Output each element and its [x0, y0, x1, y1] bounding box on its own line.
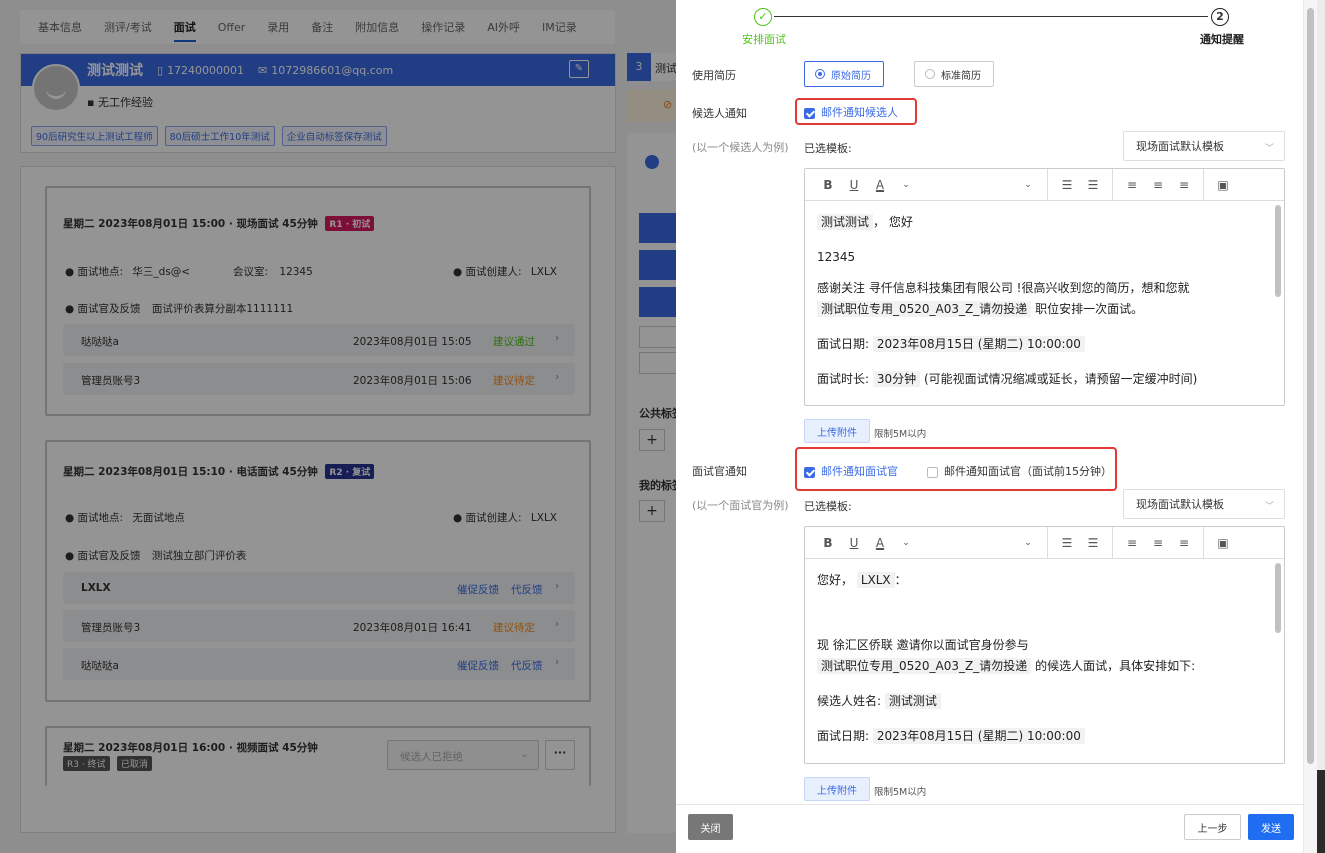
candidate-example-hint: (以一个候选人为例) [692, 141, 789, 154]
scrollbar[interactable] [1275, 205, 1281, 297]
bullet-list-icon[interactable]: ☰ [1080, 536, 1106, 550]
image-icon[interactable]: ▣ [1210, 178, 1236, 192]
template-label: 已选模板: [804, 142, 852, 155]
notify-drawer: ✓ 2 安排面试 通知提醒 使用简历 原始简历 标准简历 候选人通知 邮件通知候… [676, 0, 1317, 853]
mail-var: 测试职位专用_0520_A03_Z_请勿投递 [817, 658, 1032, 674]
candidate-email-checkbox[interactable]: 邮件通知候选人 [804, 104, 898, 120]
mail-text: 候选人姓名: [817, 694, 882, 708]
template-select-value: 现场面试默认模板 [1136, 498, 1224, 511]
editor-toolbar: B U A ⌄ ⌄ ☰ ☰ ≡ ≡ ≡ ▣ [805, 169, 1284, 201]
step-number: 2 [1211, 8, 1229, 26]
radio-label: 原始简历 [831, 70, 871, 82]
interviewer-reminder-checkbox[interactable]: 邮件通知面试官（面试前15分钟） [927, 463, 1112, 479]
template-label: 已选模板: [804, 500, 852, 513]
mail-text: 面试时长: [817, 372, 870, 386]
radio-standard-resume[interactable]: 标准简历 [914, 61, 994, 87]
mail-text: ， 您好 [873, 215, 913, 229]
candidate-mail-body[interactable]: 测试测试， 您好 12345 感谢关注 寻仟信息科技集团有限公司 !很高兴收到您… [805, 202, 1272, 405]
font-color-icon[interactable]: A [867, 536, 893, 550]
modal-overlay[interactable] [0, 0, 676, 853]
check-icon: ✓ [754, 8, 772, 26]
step-label-arrange: 安排面试 [742, 33, 786, 46]
checkbox-label: 邮件通知候选人 [821, 106, 898, 119]
ordered-list-icon[interactable]: ☰ [1054, 536, 1080, 550]
send-button[interactable]: 发送 [1248, 814, 1294, 840]
chevron-down-icon: ﹀ [1264, 502, 1274, 512]
resume-label: 使用简历 [692, 69, 736, 82]
mail-text: 您好， [817, 573, 854, 587]
checkbox-checked [804, 466, 815, 478]
align-right-icon[interactable]: ≡ [1171, 178, 1197, 192]
checkbox-label: 邮件通知面试官 [821, 465, 898, 478]
mail-text: 职位安排一次面试。 [1035, 302, 1144, 316]
checkbox-label: 邮件通知面试官（面试前15分钟） [944, 465, 1112, 478]
ordered-list-icon[interactable]: ☰ [1054, 178, 1080, 192]
chevron-down-icon: ﹀ [1264, 144, 1274, 154]
drawer-scroll-track[interactable] [1303, 0, 1317, 853]
step-line [774, 16, 1208, 17]
align-left-icon[interactable]: ≡ [1119, 536, 1145, 550]
align-left-icon[interactable]: ≡ [1119, 178, 1145, 192]
interviewer-notice-label: 面试官通知 [692, 465, 747, 478]
underline-icon[interactable]: U [841, 178, 867, 192]
editor-toolbar: B U A ⌄ ⌄ ☰ ☰ ≡ ≡ ≡ ▣ [805, 527, 1284, 559]
interviewer-email-checkbox[interactable]: 邮件通知面试官 [804, 463, 898, 479]
chevron-down-icon[interactable]: ⌄ [893, 180, 919, 190]
candidate-mail-editor[interactable]: B U A ⌄ ⌄ ☰ ☰ ≡ ≡ ≡ ▣ 测试测试， 您好 12345 感谢关… [804, 168, 1285, 406]
chevron-down-icon[interactable]: ⌄ [1015, 180, 1041, 190]
template-select-value: 现场面试默认模板 [1136, 140, 1224, 153]
mail-text: 面试日期: [817, 337, 870, 351]
align-right-icon[interactable]: ≡ [1171, 536, 1197, 550]
font-color-icon[interactable]: A [867, 178, 893, 192]
mail-text: 现 徐汇区侨联 邀请你以面试官身份参与 [817, 638, 1029, 652]
upload-limit: 限制5M以内 [874, 787, 927, 798]
background-page: 基本信息 测评/考试 面试 Offer 录用 备注 附加信息 操作记录 AI外呼… [0, 0, 676, 853]
checkbox-unchecked [927, 466, 938, 478]
image-icon[interactable]: ▣ [1210, 536, 1236, 550]
window-edge [1317, 0, 1325, 853]
underline-icon[interactable]: U [841, 536, 867, 550]
window-edge-dark [1317, 770, 1325, 853]
interviewer-example-hint: (以一个面试官为例) [692, 499, 789, 512]
radio-original-resume[interactable]: 原始简历 [804, 61, 884, 87]
mail-var: 测试测试 [884, 693, 941, 709]
template-select[interactable]: 现场面试默认模板 ﹀ [1123, 131, 1285, 161]
mail-var: 测试测试 [817, 214, 874, 230]
align-center-icon[interactable]: ≡ [1145, 178, 1171, 192]
mail-text: 面试日期: [817, 729, 870, 743]
candidate-notice-label: 候选人通知 [692, 107, 747, 120]
mail-var: 2023年08月15日 (星期二) 10:00:00 [872, 728, 1085, 744]
bold-icon[interactable]: B [815, 178, 841, 192]
checkbox-checked [804, 107, 815, 119]
mail-text: 12345 [817, 250, 856, 264]
interviewer-mail-body[interactable]: 您好， LXLX： 现 徐汇区侨联 邀请你以面试官身份参与 测试职位专用_0520… [805, 560, 1272, 763]
close-button[interactable]: 关闭 [688, 814, 733, 840]
bullet-list-icon[interactable]: ☰ [1080, 178, 1106, 192]
align-center-icon[interactable]: ≡ [1145, 536, 1171, 550]
interviewer-mail-editor[interactable]: B U A ⌄ ⌄ ☰ ☰ ≡ ≡ ≡ ▣ 您好， LXLX： 现 徐汇区侨联 … [804, 526, 1285, 764]
mail-text: 感谢关注 寻仟信息科技集团有限公司 !很高兴收到您的简历，想和您就 [817, 281, 1190, 295]
drawer-scroll-thumb[interactable] [1307, 8, 1314, 764]
radio-dot [815, 69, 825, 79]
chevron-down-icon[interactable]: ⌄ [893, 538, 919, 548]
step-label-notify: 通知提醒 [1200, 33, 1244, 46]
prev-step-button[interactable]: 上一步 [1184, 814, 1241, 840]
mail-var: 2023年08月15日 (星期二) 10:00:00 [872, 336, 1085, 352]
scrollbar[interactable] [1275, 563, 1281, 633]
bold-icon[interactable]: B [815, 536, 841, 550]
template-select[interactable]: 现场面试默认模板 ﹀ [1123, 489, 1285, 519]
mail-var: 30分钟 [872, 371, 921, 387]
radio-dot [925, 69, 935, 79]
upload-attachment-button[interactable]: 上传附件 [804, 419, 870, 443]
upload-limit: 限制5M以内 [874, 429, 927, 440]
mail-text: ： [894, 573, 907, 587]
mail-text: (可能视面试情况缩减或延长，请预留一定缓冲时间) [923, 372, 1198, 386]
radio-label: 标准简历 [941, 70, 981, 82]
upload-attachment-button[interactable]: 上传附件 [804, 777, 870, 801]
mail-var: 测试职位专用_0520_A03_Z_请勿投递 [817, 301, 1032, 317]
chevron-down-icon[interactable]: ⌄ [1015, 538, 1041, 548]
mail-text: 的候选人面试，具体安排如下: [1035, 659, 1196, 673]
mail-var: LXLX [856, 572, 895, 588]
